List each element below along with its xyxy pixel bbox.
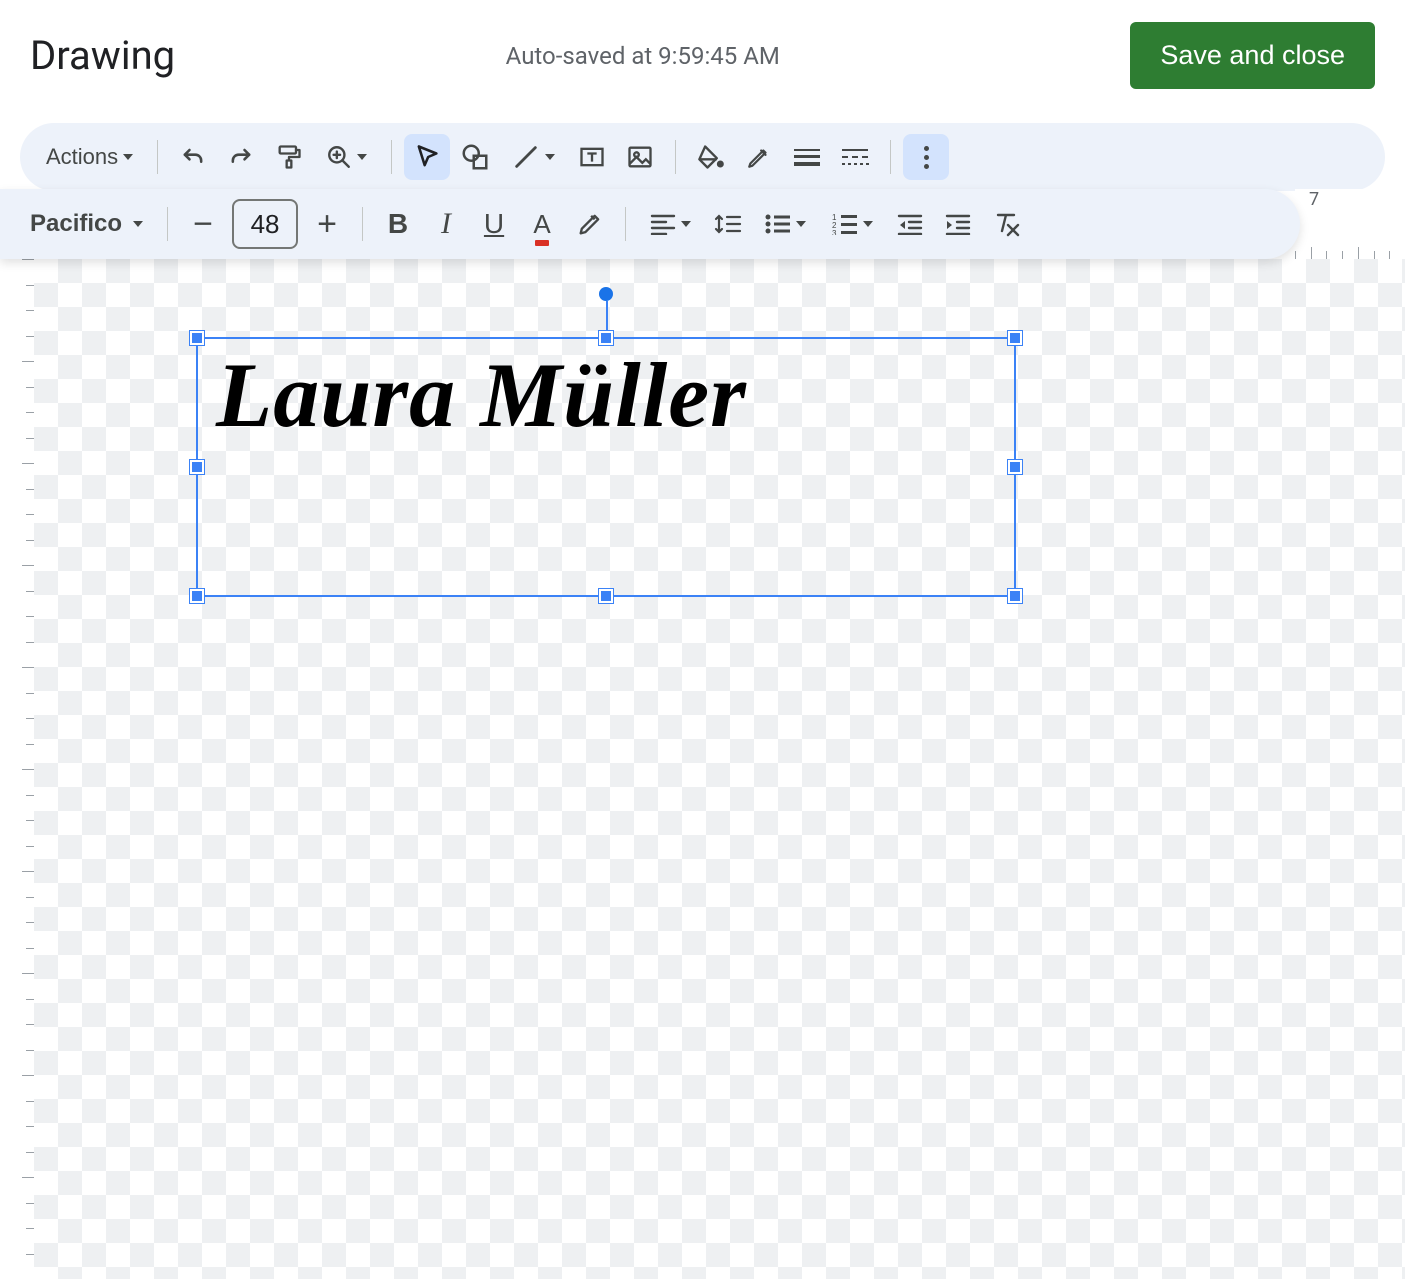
numbered-list-menu[interactable]: 123 (820, 201, 885, 247)
line-spacing-icon (714, 212, 742, 236)
align-left-icon (650, 213, 676, 235)
redo-icon (227, 143, 255, 171)
paint-format-button[interactable] (266, 134, 312, 180)
textbox-content[interactable]: Laura Müller (198, 339, 1014, 451)
undo-icon (179, 143, 207, 171)
dialog-title: Drawing (30, 32, 175, 79)
line-dash-icon (841, 147, 869, 167)
resize-handle-br[interactable] (1008, 589, 1022, 603)
chevron-down-icon (133, 221, 143, 227)
rotate-connector (606, 301, 608, 331)
rotate-handle[interactable] (599, 287, 613, 301)
paint-bucket-icon (697, 143, 725, 171)
font-family-menu[interactable]: Pacifico (14, 201, 155, 247)
textbox-icon (578, 143, 606, 171)
chevron-down-icon (863, 221, 873, 227)
font-size-input[interactable] (232, 199, 298, 249)
decrease-indent-button[interactable] (887, 201, 933, 247)
text-color-icon: A (533, 209, 550, 240)
clear-formatting-button[interactable] (983, 201, 1029, 247)
text-color-button[interactable]: A (519, 201, 565, 247)
italic-icon: I (441, 207, 451, 241)
highlighter-icon (576, 210, 604, 238)
toolbar-separator (890, 140, 891, 174)
border-weight-button[interactable] (784, 134, 830, 180)
redo-button[interactable] (218, 134, 264, 180)
actions-menu-button[interactable]: Actions (34, 134, 145, 180)
fill-color-button[interactable] (688, 134, 734, 180)
undo-button[interactable] (170, 134, 216, 180)
toolbar-separator (167, 207, 168, 241)
ruler-label: 7 (1309, 189, 1319, 210)
align-menu-button[interactable] (638, 201, 703, 247)
chevron-down-icon (796, 221, 806, 227)
drawing-canvas[interactable]: Laura Müller (34, 259, 1405, 1279)
numbered-list-icon: 123 (832, 213, 858, 235)
zoom-icon (326, 144, 352, 170)
toolbar-separator (362, 207, 363, 241)
save-and-close-button[interactable]: Save and close (1130, 22, 1375, 89)
resize-handle-bm[interactable] (599, 589, 613, 603)
border-dash-button[interactable] (832, 134, 878, 180)
select-tool-button[interactable] (404, 134, 450, 180)
resize-handle-mr[interactable] (1008, 460, 1022, 474)
paint-roller-icon (275, 143, 303, 171)
bulleted-list-icon (765, 213, 791, 235)
bold-icon: B (388, 208, 408, 240)
resize-handle-tr[interactable] (1008, 331, 1022, 345)
line-weight-icon (793, 147, 821, 167)
more-vertical-icon (924, 146, 929, 169)
chevron-down-icon (357, 154, 367, 160)
toolbar-separator (391, 140, 392, 174)
border-color-button[interactable] (736, 134, 782, 180)
resize-handle-tm[interactable] (599, 331, 613, 345)
autosave-status: Auto-saved at 9:59:45 AM (155, 42, 1130, 70)
increase-indent-button[interactable] (935, 201, 981, 247)
font-family-label: Pacifico (26, 210, 128, 238)
image-icon (626, 143, 654, 171)
italic-button[interactable]: I (423, 201, 469, 247)
image-button[interactable] (617, 134, 663, 180)
indent-decrease-icon (897, 213, 923, 235)
shape-menu-button[interactable] (452, 134, 498, 180)
cursor-icon (413, 143, 441, 171)
underline-icon: U (484, 208, 504, 240)
shapes-icon (460, 142, 490, 172)
decrease-font-size-button[interactable]: − (180, 201, 226, 247)
pencil-icon (746, 144, 772, 170)
line-spacing-button[interactable] (705, 201, 751, 247)
underline-button[interactable]: U (471, 201, 517, 247)
vertical-ruler[interactable] (0, 259, 34, 1279)
toolbar-separator (157, 140, 158, 174)
resize-handle-ml[interactable] (190, 460, 204, 474)
selected-textbox[interactable]: Laura Müller (196, 337, 1016, 597)
actions-label: Actions (46, 144, 118, 170)
text-toolbar: Pacifico − + B I U A (0, 189, 1300, 259)
clear-format-icon (992, 211, 1020, 237)
line-icon (512, 143, 540, 171)
bold-button[interactable]: B (375, 201, 421, 247)
chevron-down-icon (123, 154, 133, 160)
chevron-down-icon (681, 221, 691, 227)
indent-increase-icon (945, 213, 971, 235)
chevron-down-icon (545, 154, 555, 160)
toolbar-separator (625, 207, 626, 241)
highlight-color-button[interactable] (567, 201, 613, 247)
bulleted-list-menu[interactable] (753, 201, 818, 247)
increase-font-size-button[interactable]: + (304, 201, 350, 247)
horizontal-ruler[interactable]: 7 (1295, 189, 1405, 259)
main-toolbar: Actions (20, 123, 1385, 191)
more-options-button[interactable] (903, 134, 949, 180)
textbox-tool-button[interactable] (569, 134, 615, 180)
toolbar-separator (675, 140, 676, 174)
resize-handle-bl[interactable] (190, 589, 204, 603)
resize-handle-tl[interactable] (190, 331, 204, 345)
zoom-menu-button[interactable] (314, 134, 379, 180)
line-menu-button[interactable] (500, 134, 567, 180)
svg-text:3: 3 (832, 229, 837, 235)
